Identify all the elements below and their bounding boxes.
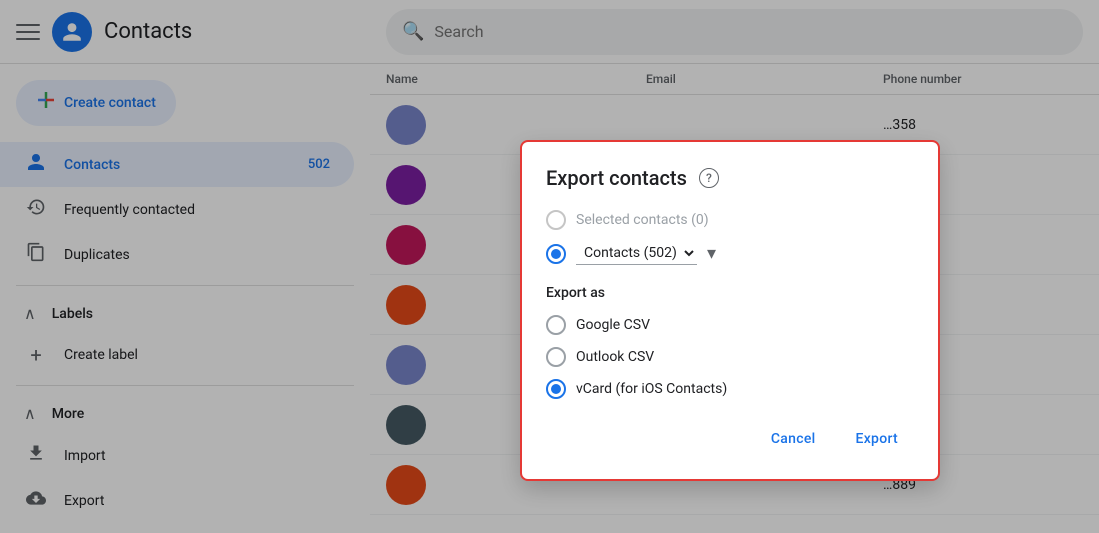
radio-vcard-label: vCard (for iOS Contacts) [576,381,727,397]
radio-google-csv-label: Google CSV [576,317,650,333]
radio-google-csv[interactable]: Google CSV [546,315,914,335]
export-source-group: Selected contacts (0) Contacts (502) ▾ [546,210,914,265]
contacts-dropdown[interactable]: Contacts (502) [576,242,697,265]
radio-vcard[interactable]: vCard (for iOS Contacts) [546,379,914,399]
radio-outlook-csv[interactable]: Outlook CSV [546,347,914,367]
dialog-title-text: Export contacts [546,166,687,190]
dialog-title: Export contacts ? [546,166,914,190]
radio-contacts[interactable]: Contacts (502) ▾ [546,242,914,265]
export-format-group: Google CSV Outlook CSV vCard (for iOS Co… [546,315,914,399]
radio-selected-contacts[interactable]: Selected contacts (0) [546,210,914,230]
export-as-label: Export as [546,285,914,301]
radio-selected-contacts-circle [546,210,566,230]
export-button[interactable]: Export [839,423,914,455]
radio-outlook-csv-circle [546,347,566,367]
radio-vcard-circle [546,379,566,399]
cancel-button[interactable]: Cancel [755,423,832,455]
radio-outlook-csv-label: Outlook CSV [576,349,654,365]
help-icon[interactable]: ? [699,168,719,188]
radio-google-csv-circle [546,315,566,335]
dropdown-arrow-icon: ▾ [707,243,716,264]
radio-contacts-circle [546,244,566,264]
dialog-actions: Cancel Export [546,423,914,455]
radio-selected-contacts-label: Selected contacts (0) [576,212,709,228]
contacts-select-row: Contacts (502) ▾ [576,242,716,265]
export-dialog: Export contacts ? Selected contacts (0) … [520,140,940,481]
